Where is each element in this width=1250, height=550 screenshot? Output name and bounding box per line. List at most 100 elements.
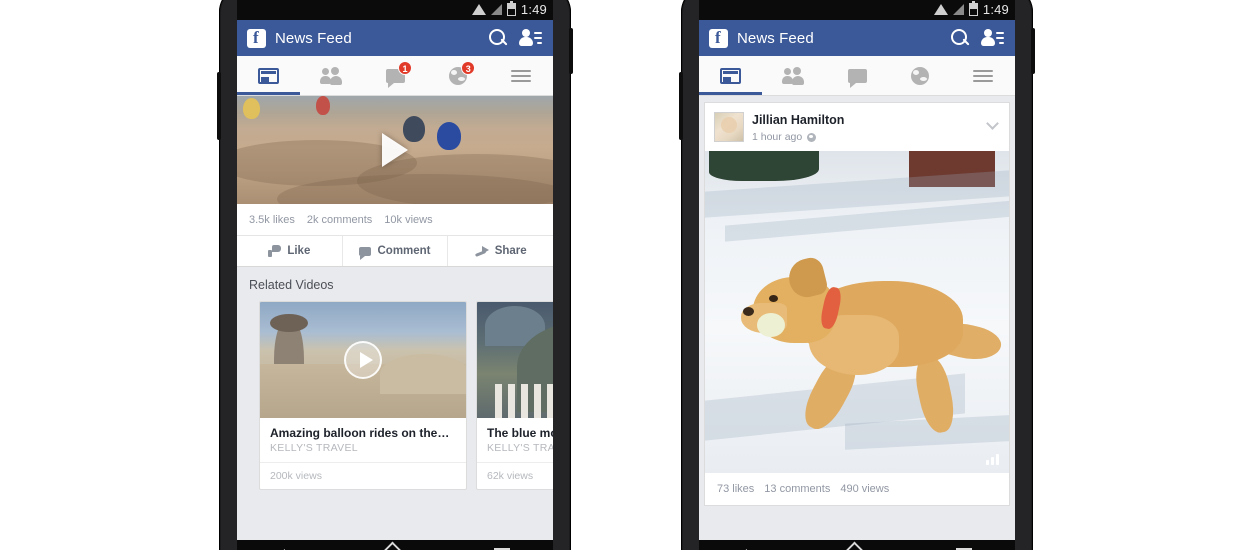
like-button[interactable]: Like [237,236,343,266]
phone-screen-left: 1:49 News Feed [237,0,553,550]
status-bar: 1:49 [699,0,1015,20]
like-label: Like [287,245,311,257]
dog [741,229,1005,436]
video-thumbnail[interactable] [260,302,466,418]
friend-requests-icon[interactable] [519,26,543,50]
tab-more[interactable] [490,56,553,95]
facebook-logo [709,28,728,48]
signal-bars-icon [986,453,1000,465]
status-bar: 1:49 [237,0,553,20]
play-button[interactable] [344,341,382,379]
phone-right: 1:49 News Feed [679,0,1035,550]
video-views: 62k views [477,462,553,489]
video-channel: KELLY'S TRAVE [487,442,553,454]
comments-count: 13 comments [764,483,831,495]
feed-post: Jillian Hamilton 1 hour ago 73 likes 13 … [704,102,1010,506]
friend-requests-icon[interactable] [981,26,1005,50]
wifi-icon [471,3,486,15]
chevron-down-icon[interactable] [986,117,999,130]
android-nav-bar [699,540,1015,550]
video-stats: 3.5k likes 2k comments 10k views [237,204,553,236]
signal-icon [490,3,502,15]
feed-content-left[interactable]: 3.5k likes 2k comments 10k views Like Co… [237,96,553,540]
post-stats: 73 likes 13 comments 490 views [705,473,1009,505]
tab-bar-left: 1 3 [237,56,553,96]
video-player[interactable] [237,96,553,204]
views-count: 490 views [840,483,890,495]
news-feed-icon [258,67,280,84]
battery-icon [968,0,978,16]
back-arrow-icon[interactable] [735,546,769,550]
messages-icon [847,68,867,88]
back-arrow-icon[interactable] [273,546,307,550]
related-videos-list[interactable]: Amazing balloon rides on the… KELLY'S TR… [237,301,553,490]
power-button[interactable] [1031,28,1035,74]
page-title: News Feed [275,29,352,47]
hedge [709,151,819,181]
feed-content-right[interactable]: Jillian Hamilton 1 hour ago 73 likes 13 … [699,96,1015,540]
video-title: The blue mo [487,426,553,440]
comments-count: 2k comments [306,214,373,226]
share-button[interactable]: Share [448,236,553,266]
video-channel: KELLY'S TRAVEL [270,442,358,454]
friends-icon [781,66,805,85]
tab-news-feed[interactable] [699,56,763,95]
volume-button[interactable] [217,72,221,140]
tab-bar-right [699,56,1015,96]
power-button[interactable] [569,28,573,74]
post-actions: Like Comment Share [237,236,553,267]
video-thumbnail[interactable] [477,302,553,418]
globe-icon [911,66,930,85]
comment-button[interactable]: Comment [343,236,449,266]
notifications-badge: 3 [461,61,476,75]
video-card[interactable]: Amazing balloon rides on the… KELLY'S TR… [259,301,467,490]
news-feed-icon [720,67,742,84]
hamburger-menu-icon [973,69,994,83]
friends-icon [319,66,343,85]
comment-label: Comment [377,245,431,257]
post-header: Jillian Hamilton 1 hour ago [705,103,1009,151]
tab-messages[interactable] [825,56,888,95]
tab-news-feed[interactable] [237,56,301,95]
avatar[interactable] [714,112,744,142]
recent-apps-icon[interactable] [945,546,979,550]
tab-friends[interactable] [300,56,363,95]
page-title: News Feed [737,29,814,47]
tab-notifications[interactable]: 3 [427,56,490,95]
android-nav-bar [237,540,553,550]
phone-screen-right: 1:49 News Feed [699,0,1015,550]
home-icon[interactable] [378,546,412,550]
post-author[interactable]: Jillian Hamilton [752,113,844,127]
volume-button[interactable] [679,72,683,140]
search-icon[interactable] [486,26,510,50]
messages-badge: 1 [398,61,412,75]
app-bar: News Feed [699,20,1015,56]
signal-icon [952,3,964,15]
recent-apps-icon[interactable] [483,546,517,550]
video-title: Amazing balloon rides on the… [270,426,450,440]
post-timestamp: 1 hour ago [752,131,803,143]
post-photo[interactable] [705,151,1009,473]
search-icon[interactable] [948,26,972,50]
globe-icon [807,132,817,142]
status-bar-time: 1:49 [982,1,1009,17]
related-videos-heading: Related Videos [237,267,553,301]
post-meta: 1 hour ago [752,131,844,143]
tab-friends[interactable] [762,56,825,95]
play-button[interactable] [382,133,408,167]
facebook-logo [247,28,266,48]
thumbs-up-icon [268,245,282,257]
likes-count: 73 likes [717,483,755,495]
tab-notifications[interactable] [889,56,952,95]
battery-icon [506,0,516,16]
tab-more[interactable] [952,56,1015,95]
share-label: Share [494,245,527,257]
hamburger-menu-icon [511,69,532,83]
home-icon[interactable] [840,546,874,550]
views-count: 10k views [384,214,433,226]
video-card[interactable]: The blue mo KELLY'S TRAVE 62k views [476,301,553,490]
video-views: 200k views [260,462,466,489]
wifi-icon [933,3,948,15]
phone-left: 1:49 News Feed [217,0,573,550]
tab-messages[interactable]: 1 [363,56,426,95]
